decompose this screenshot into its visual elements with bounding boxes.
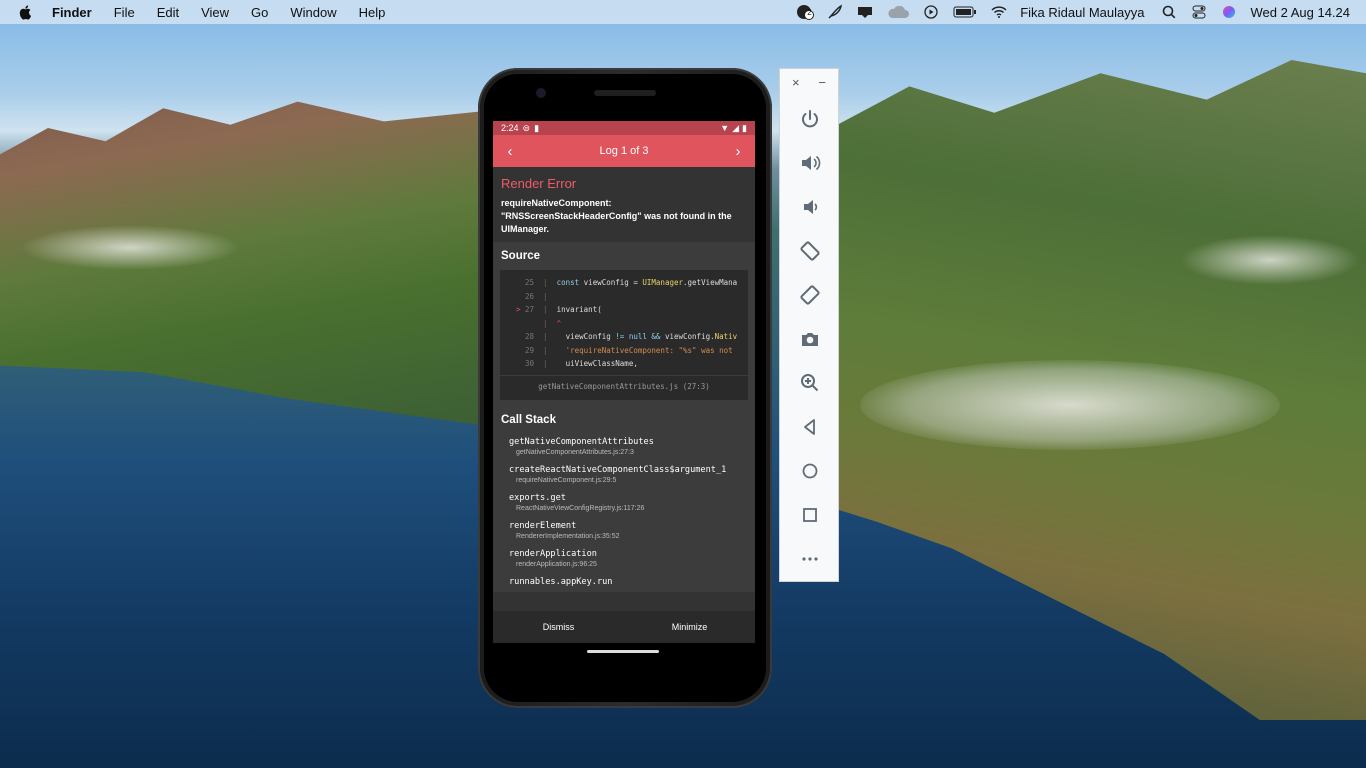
volume-down-icon[interactable]	[780, 185, 840, 229]
logbox-header: ‹ Log 1 of 3 ›	[493, 135, 755, 167]
zoom-icon[interactable]	[780, 361, 840, 405]
notification-badge-icon[interactable]: 2	[796, 4, 815, 20]
error-summary: Render Error requireNativeComponent: "RN…	[493, 167, 755, 242]
rotate-right-icon[interactable]	[780, 273, 840, 317]
menu-edit[interactable]: Edit	[157, 5, 179, 20]
feather-icon[interactable]	[826, 4, 844, 20]
frame-location: getNativeComponentAttributes.js:27:3	[516, 449, 634, 456]
home-icon[interactable]	[780, 449, 840, 493]
earpiece-speaker	[594, 90, 656, 96]
menu-view[interactable]: View	[201, 5, 229, 20]
frame-function: createReactNativeComponentClass$argument…	[509, 465, 727, 475]
wallpaper-fog	[20, 225, 240, 270]
error-message: requireNativeComponent: "RNSScreenStackH…	[501, 198, 732, 234]
apple-icon[interactable]	[18, 4, 34, 20]
minimize-button[interactable]: Minimize	[624, 611, 755, 643]
log-counter: Log 1 of 3	[599, 145, 649, 157]
call-stack-section: Call Stack getNativeComponentAttributes …	[493, 408, 755, 592]
source-heading: Source	[493, 242, 755, 270]
close-icon[interactable]: ×	[792, 75, 800, 97]
clock[interactable]: Wed 2 Aug 14.24	[1250, 5, 1350, 20]
frame-function: exports.get	[509, 493, 566, 503]
back-icon[interactable]	[780, 405, 840, 449]
menu-bar: Finder File Edit View Go Window Help 2 F…	[0, 0, 1366, 24]
prev-log-chevron-icon[interactable]: ‹	[503, 143, 517, 160]
frame-function: runnables.appKey.run	[509, 577, 613, 587]
minimize-icon[interactable]: −	[818, 75, 826, 97]
dismiss-button[interactable]: Dismiss	[493, 611, 624, 643]
frame-function: getNativeComponentAttributes	[509, 437, 654, 447]
play-icon[interactable]	[922, 4, 940, 20]
front-camera-icon	[536, 88, 546, 98]
code-line: 30 | uiViewClassName,	[524, 359, 638, 368]
call-stack-heading: Call Stack	[493, 408, 755, 434]
code-line: 28 | viewConfig != null && viewConfig.Na…	[524, 332, 738, 341]
error-title: Render Error	[501, 176, 577, 191]
inbox-icon[interactable]	[856, 4, 874, 20]
code-line: 25 | const viewConfig = UIManager.getVie…	[524, 278, 738, 287]
power-icon[interactable]	[780, 97, 840, 141]
status-time: 2:24	[501, 123, 519, 133]
control-center-icon[interactable]	[1190, 4, 1208, 20]
user-name[interactable]: Fika Ridaul Maulayya	[1020, 5, 1144, 20]
stack-frame[interactable]: exports.get ReactNativeViewConfigRegistr…	[493, 490, 755, 518]
wallpaper-fog	[1180, 235, 1360, 285]
frame-function: renderApplication	[509, 549, 597, 559]
rotate-left-icon[interactable]	[780, 229, 840, 273]
source-section: Source 25 | const viewConfig = UIManager…	[493, 242, 755, 408]
phone-screen: 2:24 ⊜ ▮ ▼ ◢ ▮ ‹ Log 1 of 3 › Render Err…	[493, 121, 755, 643]
battery-status-icon: ▮	[742, 122, 747, 133]
stack-frame[interactable]: createReactNativeComponentClass$argument…	[493, 462, 755, 490]
frame-location: renderApplication.js:96:25	[516, 561, 597, 568]
menu-help[interactable]: Help	[359, 5, 386, 20]
code-line: > 27 | invariant(	[515, 305, 602, 314]
code-line: 26 |	[524, 291, 548, 301]
frame-location: ReactNativeViewConfigRegistry.js:117:26	[516, 505, 645, 512]
menu-file[interactable]: File	[114, 5, 135, 20]
sd-card-icon: ▮	[534, 122, 540, 133]
source-code-box[interactable]: 25 | const viewConfig = UIManager.getVie…	[500, 270, 748, 400]
stack-frame[interactable]: runnables.appKey.run	[493, 574, 755, 592]
battery-icon[interactable]	[952, 4, 978, 20]
sync-icon: ⊜	[522, 122, 531, 133]
wifi-icon[interactable]	[990, 4, 1008, 20]
stack-frame[interactable]: renderElement RendererImplementation.js:…	[493, 518, 755, 546]
stack-frame[interactable]: renderApplication renderApplication.js:9…	[493, 546, 755, 574]
emulator-toolbar: × −	[779, 68, 839, 582]
wifi-signal-icon: ▼	[720, 123, 730, 133]
search-icon[interactable]	[1160, 4, 1178, 20]
cloud-icon[interactable]	[886, 4, 910, 20]
camera-icon[interactable]	[780, 317, 840, 361]
siri-icon[interactable]	[1220, 4, 1238, 20]
code-line: 29 | 'requireNativeComponent: "%s" was n…	[524, 345, 733, 355]
menu-go[interactable]: Go	[251, 5, 268, 20]
source-file-location[interactable]: getNativeComponentAttributes.js (27:3)	[500, 374, 748, 391]
frame-location: requireNativeComponent.js:29:5	[516, 477, 617, 484]
cell-signal-icon: ◢	[732, 122, 740, 133]
logbox-footer: Dismiss Minimize	[493, 611, 755, 643]
more-icon[interactable]	[780, 537, 840, 581]
menu-app-name[interactable]: Finder	[52, 5, 92, 20]
stack-frame[interactable]: getNativeComponentAttributes getNativeCo…	[493, 434, 755, 462]
wallpaper-fog	[860, 360, 1280, 450]
frame-function: renderElement	[509, 521, 577, 531]
badge-count: 2	[807, 8, 812, 17]
menu-window[interactable]: Window	[290, 5, 336, 20]
next-log-chevron-icon[interactable]: ›	[731, 143, 745, 160]
gesture-home-indicator[interactable]	[587, 650, 659, 653]
overview-icon[interactable]	[780, 493, 840, 537]
volume-up-icon[interactable]	[780, 141, 840, 185]
code-line: | ^	[534, 318, 562, 328]
frame-location: RendererImplementation.js:35:52	[516, 533, 620, 540]
android-status-bar: 2:24 ⊜ ▮ ▼ ◢ ▮	[493, 121, 755, 135]
